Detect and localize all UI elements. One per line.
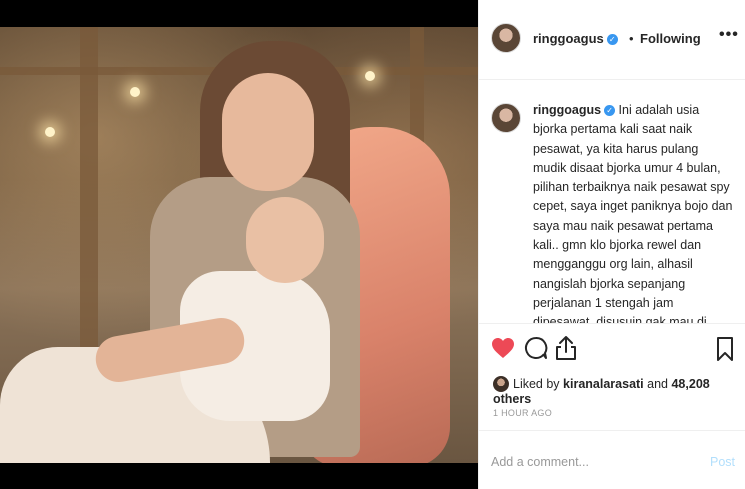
share-icon[interactable]	[555, 335, 577, 361]
likes-summary: Liked by kiranalarasati and 48,208 other…	[493, 376, 745, 406]
post-timestamp[interactable]: 1 HOUR AGO	[493, 408, 552, 418]
author-avatar[interactable]	[491, 23, 521, 53]
more-options-icon[interactable]: •••	[719, 26, 739, 44]
photo-pane	[0, 0, 478, 489]
woman-face	[222, 73, 314, 191]
liker-avatar[interactable]	[493, 376, 509, 392]
caption-body: Ini adalah usia bjorka pertama kali saat…	[533, 103, 733, 324]
lamp-light	[45, 127, 55, 137]
verified-badge-icon: ✓	[604, 105, 616, 116]
action-bar	[479, 330, 745, 368]
heart-icon[interactable]	[491, 337, 515, 359]
following-button[interactable]: Following	[640, 31, 701, 46]
post-header: ringgoagus ✓ • Following •••	[479, 0, 745, 80]
bookmark-icon[interactable]	[716, 336, 734, 362]
post-photo[interactable]	[0, 27, 478, 463]
comment-input[interactable]	[491, 455, 691, 469]
caption-avatar[interactable]	[491, 103, 521, 133]
caption-area: ringgoagus ✓ Ini adalah usia bjorka perta…	[479, 81, 745, 324]
post-comment-button[interactable]: Post	[710, 455, 735, 469]
verified-badge-icon: ✓	[606, 34, 618, 45]
lamp-light	[365, 71, 375, 81]
likes-connector: and	[647, 377, 668, 391]
caption: ringgoagus ✓ Ini adalah usia bjorka perta…	[533, 101, 733, 324]
caption-username[interactable]: ringgoagus	[533, 103, 601, 117]
comment-icon[interactable]	[524, 336, 548, 360]
author-username[interactable]: ringgoagus ✓	[533, 31, 618, 46]
lamp-light	[130, 87, 140, 97]
baby-head	[246, 197, 324, 283]
comment-bar: Post	[479, 430, 745, 489]
separator-dot: •	[629, 31, 634, 46]
author-username-text[interactable]: ringgoagus	[533, 31, 604, 46]
likes-prefix: Liked by	[513, 377, 560, 391]
post-side-panel: ringgoagus ✓ • Following ••• ringgoagus ✓ …	[478, 0, 745, 489]
liker-username[interactable]: kiranalarasati	[563, 377, 644, 391]
